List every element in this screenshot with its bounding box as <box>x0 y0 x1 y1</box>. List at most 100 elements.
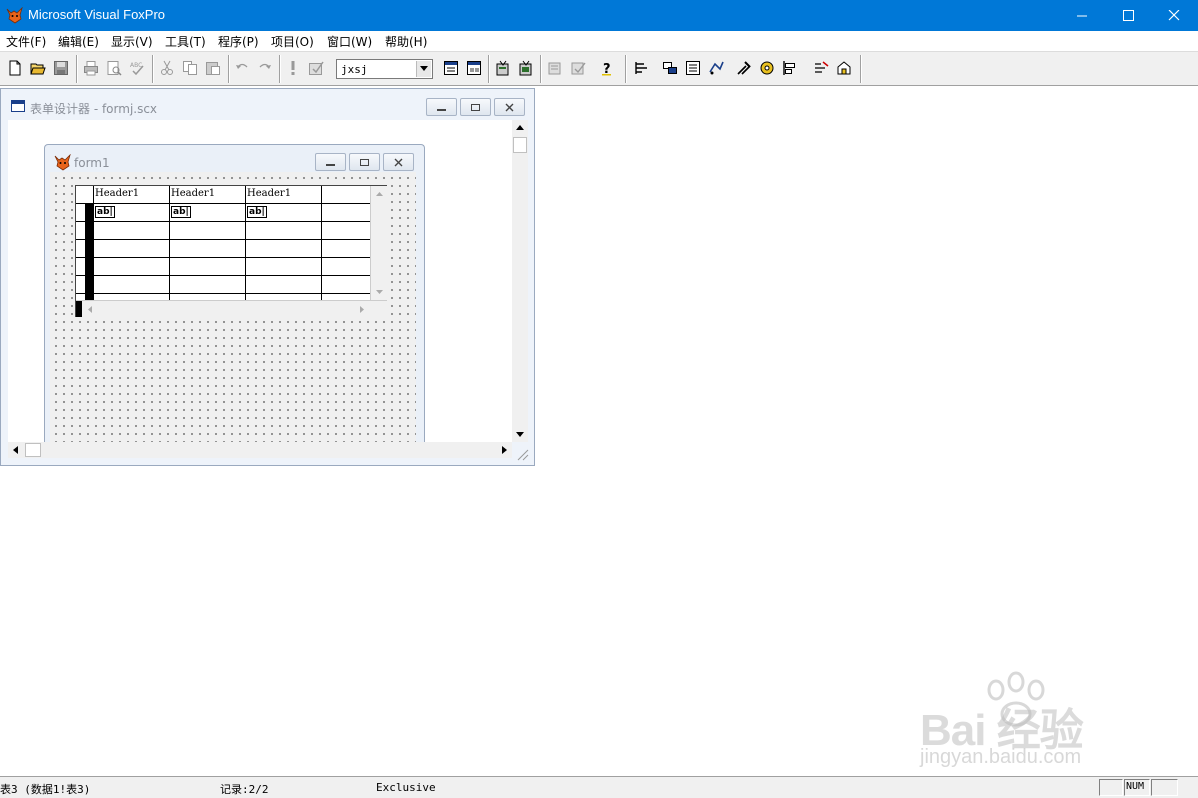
autoformat-icon <box>548 62 561 75</box>
paste-button[interactable] <box>202 57 224 79</box>
close-button[interactable] <box>1151 0 1197 31</box>
form1-window[interactable]: form1 Header1 Header1 Header1 ab| ab| ab… <box>44 144 425 442</box>
designer-restore-button[interactable] <box>460 98 491 116</box>
toolbar-separator <box>228 55 230 83</box>
design-canvas[interactable]: form1 Header1 Header1 Header1 ab| ab| ab… <box>8 120 512 442</box>
chevron-down-icon <box>420 66 428 71</box>
report-wizard-button[interactable] <box>515 57 537 79</box>
properties-button[interactable] <box>682 57 704 79</box>
menu-project[interactable]: 项目(O) <box>271 33 314 50</box>
menu-edit[interactable]: 编辑(E) <box>58 33 99 50</box>
layout-button[interactable] <box>631 57 653 79</box>
grid-line <box>76 257 370 258</box>
code-button[interactable] <box>705 57 727 79</box>
minimize-button[interactable] <box>1059 0 1105 31</box>
grid-line <box>76 221 370 222</box>
database-select-value: jxsj <box>341 63 368 76</box>
designer-minimize-button[interactable] <box>426 98 457 116</box>
grid-line <box>76 275 370 276</box>
modify-form-button[interactable] <box>305 57 327 79</box>
maximize-icon <box>1123 10 1134 21</box>
copy-button[interactable] <box>179 57 201 79</box>
grid-control[interactable]: Header1 Header1 Header1 ab| ab| ab| <box>75 185 387 317</box>
align-icon <box>783 61 795 75</box>
print-preview-button[interactable] <box>103 57 125 79</box>
scroll-right-icon <box>502 446 507 454</box>
print-icon <box>84 61 98 76</box>
grid-line <box>76 203 370 204</box>
cut-button[interactable] <box>156 57 178 79</box>
title-bar: Microsoft Visual FoxPro <box>0 0 1198 31</box>
status-table: 表3 (数据1!表3) <box>0 783 91 796</box>
scrollbar-thumb[interactable] <box>25 443 41 457</box>
grid-current-row-marker <box>85 204 94 300</box>
builder-button[interactable] <box>567 57 589 79</box>
form-wizard-button[interactable] <box>492 57 514 79</box>
scrollbar-thumb[interactable] <box>513 137 527 153</box>
code-icon <box>709 61 724 75</box>
redo-button[interactable] <box>254 57 276 79</box>
grid-vertical-scrollbar[interactable] <box>370 186 387 300</box>
form1-restore-button[interactable] <box>349 153 380 171</box>
run-form-button[interactable] <box>833 57 855 79</box>
resize-grip-icon[interactable] <box>514 446 530 462</box>
form1-client-area[interactable]: Header1 Header1 Header1 ab| ab| ab| <box>50 172 416 442</box>
form-designer-title: 表单设计器 - formj.scx <box>30 102 158 116</box>
builder-icon <box>571 62 586 75</box>
close-icon <box>394 158 403 167</box>
dropdown-button[interactable] <box>416 61 431 77</box>
form1-close-button[interactable] <box>383 153 414 171</box>
grid-column-header[interactable]: Header1 <box>247 188 291 199</box>
align-button[interactable] <box>779 57 801 79</box>
form-wizard-icon <box>496 60 509 76</box>
save-button[interactable] <box>50 57 72 79</box>
status-panel <box>1099 779 1123 796</box>
grid-textbox-control[interactable]: ab| <box>247 206 267 218</box>
view-window-button[interactable] <box>463 57 485 79</box>
designer-close-button[interactable] <box>494 98 525 116</box>
toolbar-separator <box>76 55 78 83</box>
autoformat-button[interactable] <box>544 57 566 79</box>
designer-vertical-scrollbar[interactable] <box>512 120 528 442</box>
data-environment-button[interactable] <box>659 57 681 79</box>
grid-textbox-control[interactable]: ab| <box>95 206 115 218</box>
modify-form-icon <box>309 61 324 75</box>
menu-program[interactable]: 程序(P) <box>218 33 259 50</box>
maximize-button[interactable] <box>1105 0 1151 31</box>
spelling-button[interactable]: ABC <box>126 57 148 79</box>
properties-icon <box>686 61 700 75</box>
menu-window[interactable]: 窗口(W) <box>327 33 372 50</box>
close-icon <box>1168 10 1180 21</box>
new-button[interactable] <box>4 57 26 79</box>
print-button[interactable] <box>80 57 102 79</box>
form-controls-button[interactable] <box>733 57 755 79</box>
menu-file[interactable]: 文件(F) <box>6 33 46 50</box>
grid-column-header[interactable]: Header1 <box>171 188 215 199</box>
baidu-jingyan-watermark: Bai 经验 jingyan.baidu.com <box>916 670 1146 780</box>
close-icon <box>505 103 514 112</box>
grid-split-bar[interactable] <box>76 301 82 317</box>
menu-tools[interactable]: 工具(T) <box>165 33 206 50</box>
undo-button[interactable] <box>231 57 253 79</box>
menu-help[interactable]: 帮助(H) <box>385 33 427 50</box>
help-button[interactable]: ? <box>596 57 618 79</box>
run-icon <box>291 61 295 75</box>
menu-view[interactable]: 显示(V) <box>111 33 153 50</box>
tab-order-button[interactable] <box>810 57 832 79</box>
layout-icon <box>635 62 647 74</box>
status-record: 记录:2/2 <box>220 783 269 796</box>
designer-horizontal-scrollbar[interactable] <box>8 442 512 458</box>
command-window-button[interactable] <box>440 57 462 79</box>
view-window-icon <box>467 61 481 75</box>
database-select[interactable]: jxsj <box>336 59 433 79</box>
form1-minimize-button[interactable] <box>315 153 346 171</box>
restore-icon <box>471 104 480 111</box>
grid-line <box>76 293 370 294</box>
color-palette-button[interactable] <box>756 57 778 79</box>
minimize-icon <box>1077 15 1087 17</box>
grid-horizontal-scrollbar[interactable] <box>76 300 387 317</box>
run-button[interactable] <box>282 57 304 79</box>
grid-textbox-control[interactable]: ab| <box>171 206 191 218</box>
open-button[interactable] <box>27 57 49 79</box>
grid-column-header[interactable]: Header1 <box>95 188 139 199</box>
